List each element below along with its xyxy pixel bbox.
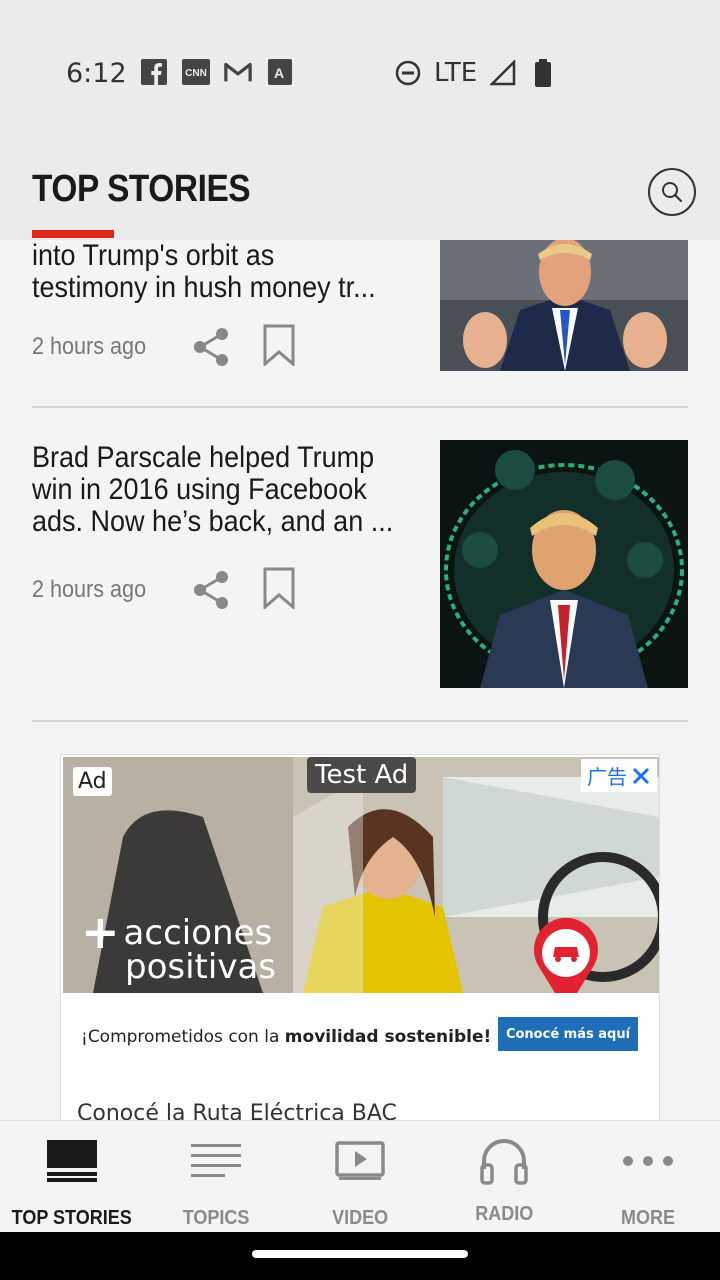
notification-icons: CNN A (140, 58, 294, 86)
nav-radio[interactable]: RADIO (432, 1121, 576, 1233)
signal-icon (489, 59, 517, 87)
nav-label: VIDEO (331, 1207, 389, 1229)
plus-icon: + (81, 905, 120, 959)
nav-topics[interactable]: TOPICS (144, 1121, 288, 1233)
network-type: LTE (434, 58, 478, 88)
bookmark-icon[interactable] (258, 567, 300, 609)
top-stories-icon (47, 1139, 97, 1183)
test-ad-label: Test Ad (307, 757, 417, 793)
nav-top-stories[interactable]: TOP STORIES (0, 1121, 144, 1233)
ad-choices-label: 广告 (587, 767, 627, 789)
system-gesture-bar (0, 1232, 720, 1280)
story-headline[interactable]: into Trump's orbit as testimony in hush … (32, 240, 410, 304)
headline-line: into Trump's orbit as (32, 240, 275, 272)
more-icon (622, 1139, 674, 1183)
search-button[interactable] (648, 168, 696, 216)
video-icon (335, 1139, 385, 1183)
headline-line: Brad Parscale helped Trump (32, 441, 375, 474)
svg-text:CNN: CNN (185, 68, 207, 79)
story-timestamp: 2 hours ago (32, 576, 147, 603)
font-icon: A (266, 58, 294, 86)
headline-line: ads. Now he’s back, and an ... (32, 505, 394, 538)
share-icon[interactable] (190, 326, 232, 368)
ad-tagline: ¡Comprometidos con la movilidad sostenib… (81, 1027, 491, 1047)
topics-icon (191, 1139, 241, 1183)
story-card[interactable]: Brad Parscale helped Trump win in 2016 u… (32, 440, 688, 688)
headline-line: win in 2016 using Facebook (32, 473, 367, 506)
home-gesture-handle[interactable] (252, 1250, 468, 1258)
do-not-disturb-icon (394, 59, 422, 87)
story-thumbnail[interactable] (440, 240, 688, 371)
bottom-nav: TOP STORIES TOPICS VIDEO RADIO MORE (0, 1120, 720, 1232)
ad-banner[interactable]: Ad Test Ad 广告 + acciones positivas ¡Compr… (60, 754, 660, 1120)
story-feed[interactable]: into Trump's orbit as testimony in hush … (0, 240, 720, 1120)
nav-video[interactable]: VIDEO (288, 1121, 432, 1233)
ad-image[interactable]: Ad Test Ad 广告 + acciones positivas (63, 757, 659, 993)
share-icon[interactable] (190, 569, 232, 611)
trump-photo (440, 240, 688, 371)
trump-illustration (440, 440, 688, 688)
ad-tagline-bold: movilidad sostenible! (284, 1027, 492, 1047)
nav-label: TOP STORIES (11, 1207, 133, 1229)
app-header: TOP STORIES (0, 130, 720, 240)
battery-icon (529, 59, 557, 87)
headline-line: testimony in hush money tr... (32, 271, 376, 304)
ev-pin-icon (534, 917, 598, 993)
facebook-icon (140, 58, 168, 86)
nav-more[interactable]: MORE (576, 1121, 720, 1233)
ad-tagline-text: ¡Comprometidos con la (81, 1027, 285, 1047)
status-bar: 6:12 CNN A LTE (0, 0, 720, 130)
search-icon (662, 182, 683, 203)
story-divider (32, 406, 688, 408)
story-thumbnail[interactable] (440, 440, 688, 688)
ad-subtext[interactable]: Conocé la Ruta Eléctrica BAC (77, 1101, 397, 1120)
story-headline[interactable]: Brad Parscale helped Trump win in 2016 u… (32, 442, 410, 538)
ad-choices[interactable]: 广告 (581, 759, 657, 792)
close-icon[interactable] (631, 766, 651, 786)
ad-badge: Ad (73, 767, 112, 796)
status-time: 6:12 (66, 58, 127, 89)
svg-text:A: A (274, 65, 284, 81)
bookmark-icon[interactable] (258, 324, 300, 366)
nav-label: TOPICS (182, 1207, 250, 1229)
system-icons: LTE (394, 58, 557, 88)
headphones-icon (479, 1139, 529, 1185)
active-tab-indicator (32, 230, 114, 238)
story-divider (32, 720, 688, 722)
story-card[interactable]: into Trump's orbit as testimony in hush … (32, 240, 688, 406)
cnn-icon: CNN (182, 58, 210, 86)
page-title: TOP STORIES (32, 168, 251, 210)
ad-cta-button[interactable]: Conocé más aquí (498, 1017, 638, 1051)
nav-label: MORE (621, 1207, 675, 1229)
gmail-icon (224, 58, 252, 86)
nav-label: RADIO (474, 1203, 533, 1225)
ad-brand: + acciones positivas (81, 909, 276, 984)
story-timestamp: 2 hours ago (32, 333, 147, 360)
